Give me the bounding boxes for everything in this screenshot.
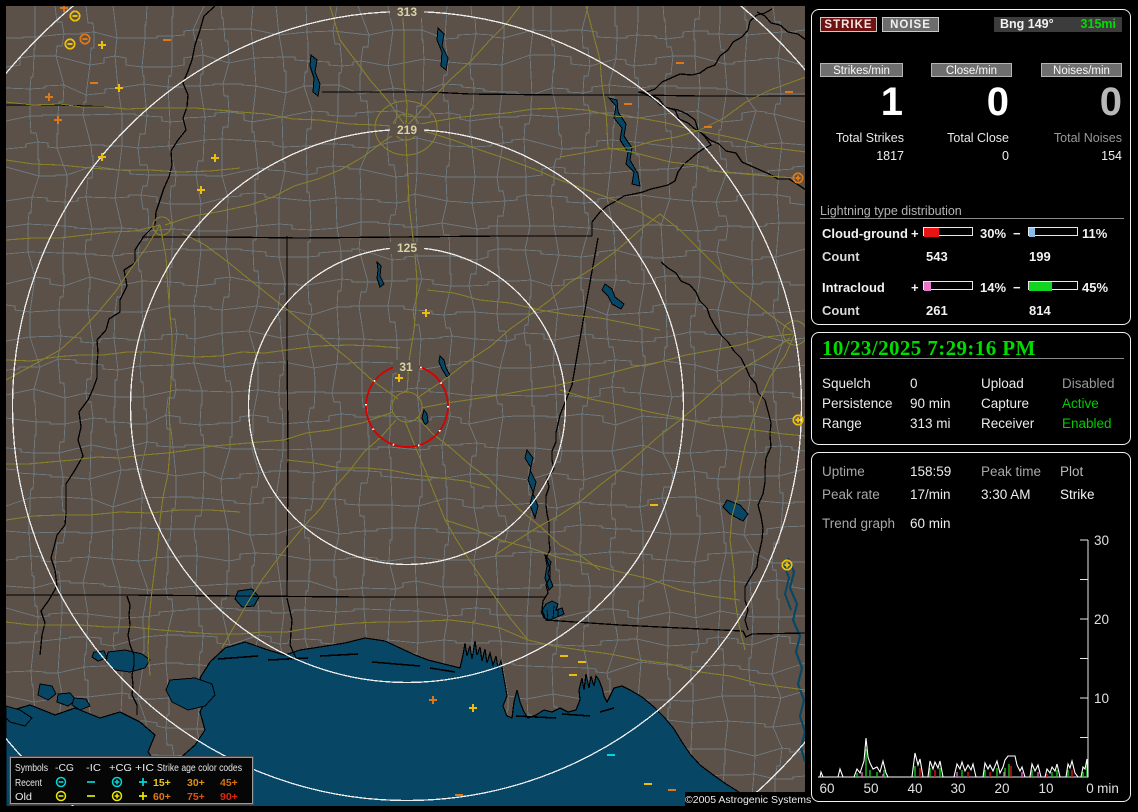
svg-text:313: 313 — [397, 5, 417, 19]
svg-text:30+: 30+ — [187, 777, 205, 789]
svg-text:30: 30 — [1094, 533, 1109, 548]
svg-text:40: 40 — [907, 781, 922, 796]
svg-text:60: 60 — [819, 781, 834, 796]
svg-text:10: 10 — [1038, 781, 1053, 796]
svg-text:Strike age color codes: Strike age color codes — [157, 762, 242, 774]
svg-text:219: 219 — [397, 123, 417, 137]
svg-text:15+: 15+ — [153, 777, 171, 789]
svg-text:min: min — [1097, 781, 1119, 796]
svg-text:60+: 60+ — [153, 791, 171, 803]
svg-text:Symbols: Symbols — [15, 762, 48, 774]
svg-text:30: 30 — [950, 781, 965, 796]
svg-text:Old: Old — [15, 791, 32, 803]
svg-text:+IC: +IC — [135, 762, 154, 774]
svg-text:Recent: Recent — [15, 777, 42, 789]
svg-text:0: 0 — [1086, 781, 1094, 796]
svg-text:-CG: -CG — [55, 762, 74, 774]
svg-text:31: 31 — [399, 360, 413, 374]
svg-text:-IC: -IC — [86, 762, 101, 774]
svg-text:+CG: +CG — [109, 762, 132, 774]
svg-text:10: 10 — [1094, 691, 1109, 706]
svg-text:125: 125 — [397, 241, 417, 255]
svg-text:50: 50 — [863, 781, 878, 796]
svg-text:20: 20 — [994, 781, 1009, 796]
svg-text:90+: 90+ — [220, 791, 238, 803]
svg-text:20: 20 — [1094, 612, 1109, 627]
svg-text:45+: 45+ — [220, 777, 238, 789]
svg-text:75+: 75+ — [187, 791, 205, 803]
